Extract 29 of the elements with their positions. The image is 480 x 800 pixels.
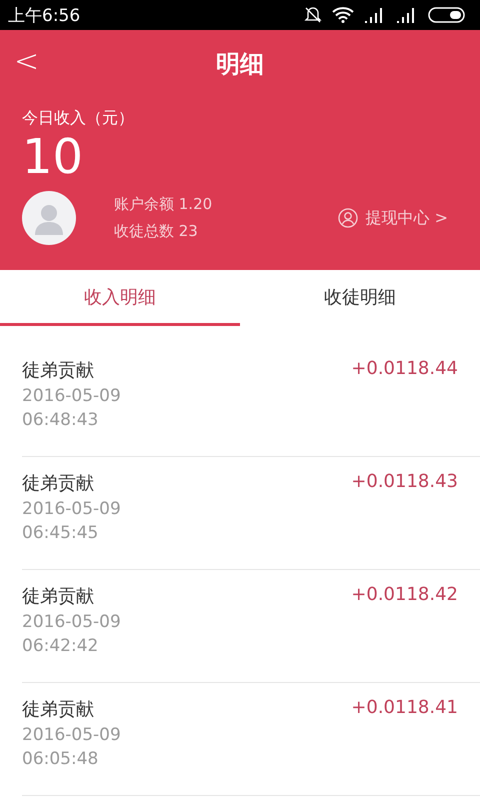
record-amount: +0.0118.42 [351, 584, 458, 607]
record-date: 2016-05-09 [22, 612, 121, 632]
record-title: 徒弟贡献 [22, 698, 95, 721]
wifi-icon [332, 7, 354, 23]
record-amount: +0.0118.41 [351, 697, 458, 720]
avatar-icon [22, 191, 76, 245]
record-title: 徒弟贡献 [22, 585, 95, 608]
bell-off-icon [304, 6, 322, 24]
record-time: 06:48:43 [22, 410, 100, 430]
record-time: 06:42:42 [22, 636, 100, 656]
income-label: 今日收入（元） [22, 108, 134, 129]
back-button[interactable]: < [8, 44, 46, 79]
income-amount: 10 [22, 129, 84, 185]
record-title: 徒弟贡献 [22, 359, 95, 382]
record-time: 06:45:45 [22, 523, 100, 543]
balance-text: 账户余额 1.20 [114, 195, 214, 214]
record-date: 2016-05-09 [22, 725, 121, 745]
record-date: 2016-05-09 [22, 499, 121, 519]
disciple-count: 收徒总数 23 [114, 222, 199, 241]
record-amount: +0.0118.44 [351, 358, 458, 381]
withdraw-link[interactable]: 提现中心 > [338, 208, 448, 228]
battery-icon [428, 7, 466, 23]
page-title: 明细 [216, 49, 264, 80]
person-icon [338, 208, 358, 228]
status-time: 上午6:56 [8, 4, 80, 26]
record-time: 06:05:48 [22, 749, 100, 769]
record-title: 徒弟贡献 [22, 472, 95, 495]
record-amount: +0.0118.43 [351, 471, 458, 494]
record-date: 2016-05-09 [22, 386, 121, 406]
